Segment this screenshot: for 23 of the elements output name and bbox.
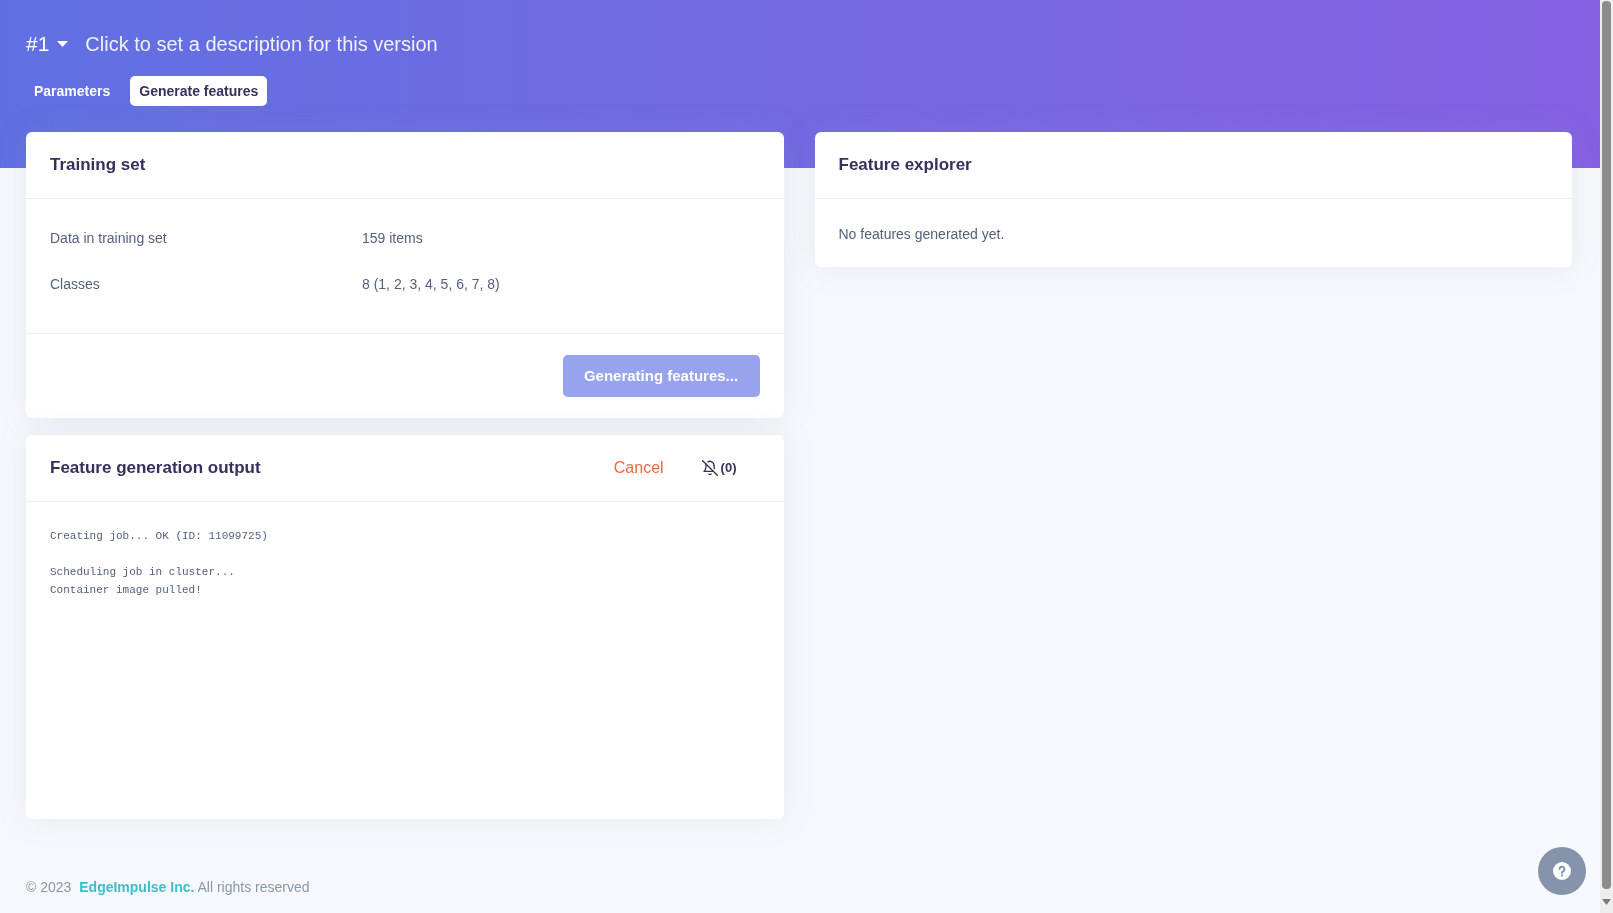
question-icon	[1553, 862, 1571, 880]
help-button[interactable]	[1538, 847, 1586, 895]
log-output: Creating job... OK (ID: 11099725) Scheduling job in cluster... Container image pulled!	[50, 529, 268, 598]
scrollbar[interactable]	[1600, 0, 1613, 913]
card-title: Training set	[50, 154, 146, 177]
card-title: Feature explorer	[838, 154, 972, 177]
notifications-toggle[interactable]: (0)	[701, 458, 737, 478]
empty-message: No features generated yet.	[838, 225, 1005, 244]
row-label: Classes	[50, 275, 101, 294]
caret-icon	[57, 41, 69, 47]
row-label: Data in training set	[50, 229, 168, 248]
bell-off-icon	[701, 460, 718, 476]
version-dropdown[interactable]: #1	[26, 30, 69, 58]
tab[interactable]: Parameters	[26, 76, 119, 106]
down-arrow-icon[interactable]	[1602, 899, 1611, 905]
copyright-text: © 2023 EdgeImpulse Inc. All rights reserved	[26, 878, 310, 897]
tab[interactable]: Generate features	[130, 76, 268, 106]
row-value: 8 (1, 2, 3, 4, 5, 6, 7, 8)	[362, 275, 501, 294]
card-title: Feature generation output	[50, 457, 261, 480]
description-link[interactable]: Click to set a description for this version	[85, 30, 438, 58]
row-value: 159 items	[362, 229, 424, 248]
cancel-link[interactable]: Cancel	[613, 456, 664, 480]
scrollbar-thumb[interactable]	[1602, 1, 1611, 889]
